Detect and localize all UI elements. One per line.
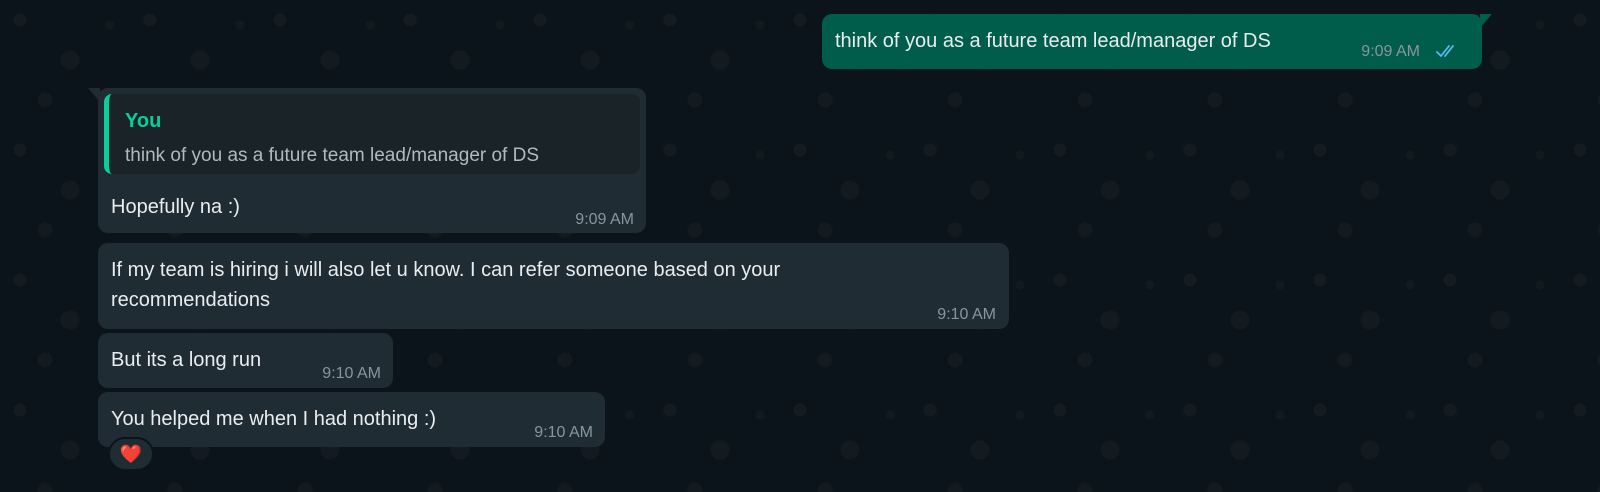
quoted-message[interactable]: You think of you as a future team lead/m… [104, 94, 640, 174]
bubble-tail [1480, 14, 1492, 28]
heart-reaction-badge[interactable]: ❤️ [108, 437, 154, 471]
double-check-read-icon [1436, 39, 1460, 67]
message-time: 9:10 AM [534, 424, 593, 441]
message-time: 9:10 AM [937, 306, 996, 323]
outgoing-message[interactable]: think of you as a future team lead/manag… [822, 14, 1492, 69]
incoming-message[interactable]: If my team is hiring i will also let u k… [98, 243, 1009, 329]
incoming-message[interactable]: You think of you as a future team lead/m… [88, 88, 646, 233]
message-time: 9:09 AM [1361, 43, 1420, 60]
message-text-line-2: recommendations [111, 289, 270, 311]
heart-reaction-icon: ❤️ [119, 444, 143, 464]
quote-text: think of you as a future team lead/manag… [125, 145, 540, 166]
message-text: think of you as a future team lead/manag… [835, 30, 1271, 52]
message-text-line-1: If my team is hiring i will also let u k… [111, 259, 781, 281]
incoming-message[interactable]: You helped me when I had nothing :) 9:10… [98, 392, 605, 447]
message-time: 9:10 AM [322, 365, 381, 382]
bubble-tail [88, 88, 100, 102]
message-text: Hopefully na :) [111, 196, 240, 218]
message-text: But its a long run [111, 349, 262, 371]
incoming-message[interactable]: But its a long run 9:10 AM [98, 333, 393, 388]
message-time: 9:09 AM [575, 211, 634, 228]
quote-author: You [125, 110, 162, 132]
message-text: You helped me when I had nothing :) [111, 408, 437, 430]
